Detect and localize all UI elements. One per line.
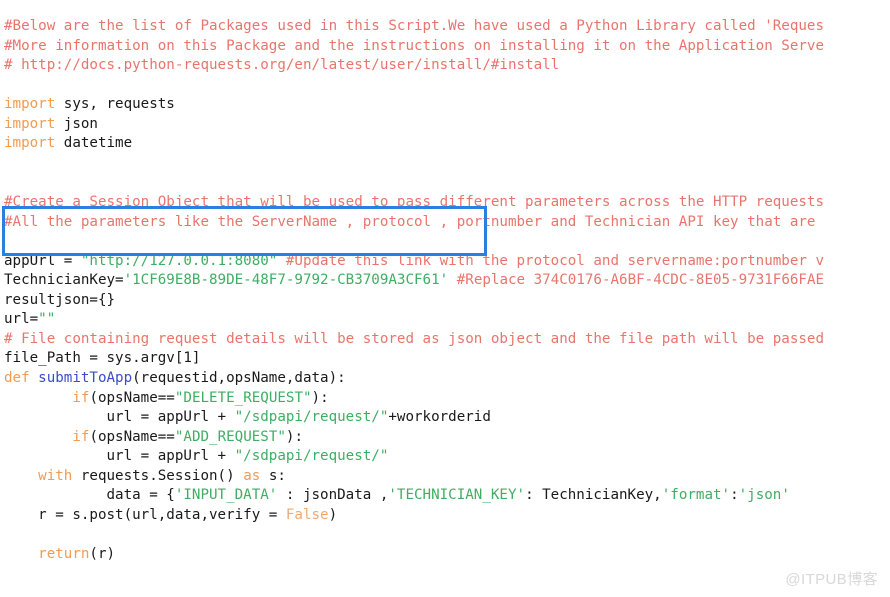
code-listing[interactable]: #Below are the list of Packages used in … <box>0 14 890 597</box>
code-token-plain: file_Path = sys.argv[1] <box>4 350 201 367</box>
code-token-plain: : jsonData , <box>277 487 389 504</box>
code-token-plain: data = { <box>4 487 175 504</box>
code-line: #Create a Session Object that will be us… <box>4 193 890 213</box>
code-line: def submitToApp(requestid,opsName,data): <box>4 369 890 389</box>
code-line: data = {'INPUT_DATA' : jsonData ,'TECHNI… <box>4 486 890 506</box>
code-token-str: "http://127.0.0.1:8080" <box>80 252 278 269</box>
code-line: TechnicianKey='1CF69E8B-89DE-48F7-9792-C… <box>4 271 890 291</box>
code-line: appUrl = "http://127.0.0.1:8080" #Update… <box>4 252 890 272</box>
code-token-str: '1CF69E8B-89DE-48F7-9792-CB3709A3CF61' <box>123 272 449 289</box>
code-token-plain: : TechnicianKey, <box>525 487 662 504</box>
code-token-str: "ADD_REQUEST" <box>174 428 286 445</box>
code-line: return(r) <box>4 545 890 565</box>
code-token-kw: with <box>38 467 73 484</box>
code-line: url="" <box>4 310 890 330</box>
code-token-str: 'INPUT_DATA' <box>174 487 278 504</box>
code-token-kw: import <box>4 115 56 132</box>
code-token-plain: : <box>730 487 739 504</box>
code-line: import sys, requests <box>4 95 890 115</box>
code-line: resultjson={} <box>4 291 890 311</box>
code-token-kw: if <box>72 428 90 445</box>
code-token-plain: resultjson={} <box>4 291 116 308</box>
code-token-kw: import <box>4 96 56 113</box>
code-token-plain: datetime <box>55 135 133 152</box>
code-token-plain: (requestid,opsName,data): <box>132 370 346 387</box>
code-token-str: "DELETE_REQUEST" <box>174 389 312 406</box>
code-line: # http://docs.python-requests.org/en/lat… <box>4 56 890 76</box>
code-line: import json <box>4 115 890 135</box>
code-token-comment: #Below are the list of Packages used in … <box>4 18 824 35</box>
code-token-def: def <box>4 370 30 387</box>
code-line: import datetime <box>4 134 890 154</box>
code-token-plain: r = s.post(url,data,verify = <box>4 506 286 523</box>
code-token-str: 'TECHNICIAN_KEY' <box>388 487 526 504</box>
code-line: #Below are the list of Packages used in … <box>4 17 890 37</box>
code-line: #All the parameters like the ServerName … <box>4 213 890 233</box>
code-token-str: "" <box>38 311 56 328</box>
code-token-plain: ) <box>328 506 338 523</box>
code-token-plain: s: <box>260 467 286 484</box>
code-token-kw: as <box>243 467 261 484</box>
code-token-plain: TechnicianKey= <box>4 272 124 289</box>
code-token-comment: #Replace 374C0176-A6BF-4CDC-8E05-9731F66… <box>456 272 825 289</box>
code-token-str: 'json' <box>738 487 790 504</box>
code-line: with requests.Session() as s: <box>4 467 890 487</box>
code-token-kw: return <box>38 545 90 562</box>
code-line: url = appUrl + "/sdpapi/request/"+workor… <box>4 408 890 428</box>
code-token-bool: False <box>285 506 329 523</box>
code-token-plain: ): <box>285 428 303 445</box>
code-token-plain: (opsName== <box>89 389 175 406</box>
code-token-plain: +workorderid <box>388 409 491 426</box>
code-token-plain: url = appUrl + <box>4 448 235 465</box>
code-line: file_Path = sys.argv[1] <box>4 349 890 369</box>
code-token-comment: #Update this link with the protocol and … <box>285 252 825 269</box>
code-line: #More information on this Package and th… <box>4 37 890 57</box>
code-line: if(opsName=="DELETE_REQUEST"): <box>4 389 890 409</box>
code-line: url = appUrl + "/sdpapi/request/" <box>4 447 890 467</box>
code-token-plain: url= <box>4 311 39 328</box>
code-token-comment: #Create a Session Object that will be us… <box>4 194 824 211</box>
code-token-plain: ): <box>311 389 329 406</box>
code-line: r = s.post(url,data,verify = False) <box>4 506 890 526</box>
code-token-kw: if <box>72 389 90 406</box>
code-token-plain: sys, requests <box>55 96 175 113</box>
code-token-plain: json <box>55 115 98 132</box>
code-token-str: 'format' <box>661 487 731 504</box>
code-token-plain: (opsName== <box>89 428 175 445</box>
code-token-kw: import <box>4 135 56 152</box>
code-token-comment: #All the parameters like the ServerName … <box>4 213 816 230</box>
code-token-plain: url = appUrl + <box>4 409 235 426</box>
code-token-str: "/sdpapi/request/" <box>234 448 389 465</box>
code-token-fn: submitToApp <box>38 370 133 387</box>
code-screenshot: #Below are the list of Packages used in … <box>0 0 890 597</box>
watermark-label: @ITPUB博客 <box>785 571 878 588</box>
code-token-plain: appUrl = <box>4 252 81 269</box>
code-token-comment: # http://docs.python-requests.org/en/lat… <box>4 57 560 74</box>
code-token-plain: (r) <box>89 545 116 562</box>
code-token-str: "/sdpapi/request/" <box>234 409 389 426</box>
code-token-comment: # File containing request details will b… <box>4 330 824 347</box>
code-token-comment: #More information on this Package and th… <box>4 37 824 54</box>
code-line: if(opsName=="ADD_REQUEST"): <box>4 428 890 448</box>
code-line: # File containing request details will b… <box>4 330 890 350</box>
code-token-plain: requests.Session() <box>72 467 244 484</box>
